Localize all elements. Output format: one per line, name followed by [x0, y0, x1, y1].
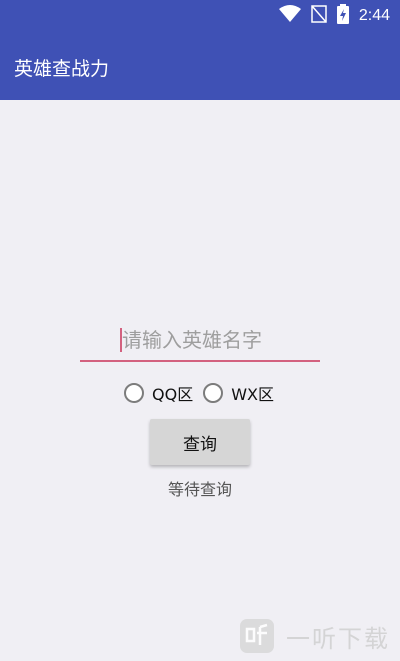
watermark-logo-icon — [240, 619, 274, 653]
radio-qq-region[interactable]: QQ区 — [124, 381, 193, 405]
text-caret — [120, 328, 122, 352]
radio-wx-region[interactable]: WX区 — [203, 381, 274, 405]
status-icons: 2:44 — [278, 4, 390, 28]
hero-name-input[interactable] — [80, 320, 320, 360]
query-status-text: 等待查询 — [167, 480, 232, 499]
region-radio-group: QQ区 WX区 — [124, 380, 284, 406]
app-title: 英雄查战力 — [14, 58, 110, 80]
radio-circle-icon[interactable] — [124, 383, 144, 403]
query-button[interactable]: 查询 — [150, 419, 250, 465]
wifi-icon — [278, 5, 301, 27]
radio-qq-label: QQ区 — [152, 385, 194, 404]
status-time: 2:44 — [358, 7, 390, 24]
watermark-text: 一听下载 — [286, 624, 390, 653]
no-signal-icon — [311, 5, 327, 27]
status-bar: 2:44 — [0, 0, 400, 32]
app-toolbar: 英雄查战力 — [0, 32, 400, 100]
input-underline — [80, 360, 320, 362]
battery-charging-icon — [336, 4, 349, 28]
hero-name-field — [80, 320, 320, 364]
radio-wx-label: WX区 — [231, 385, 274, 404]
watermark: 一听下载 — [240, 616, 390, 656]
radio-circle-icon[interactable] — [203, 383, 224, 403]
